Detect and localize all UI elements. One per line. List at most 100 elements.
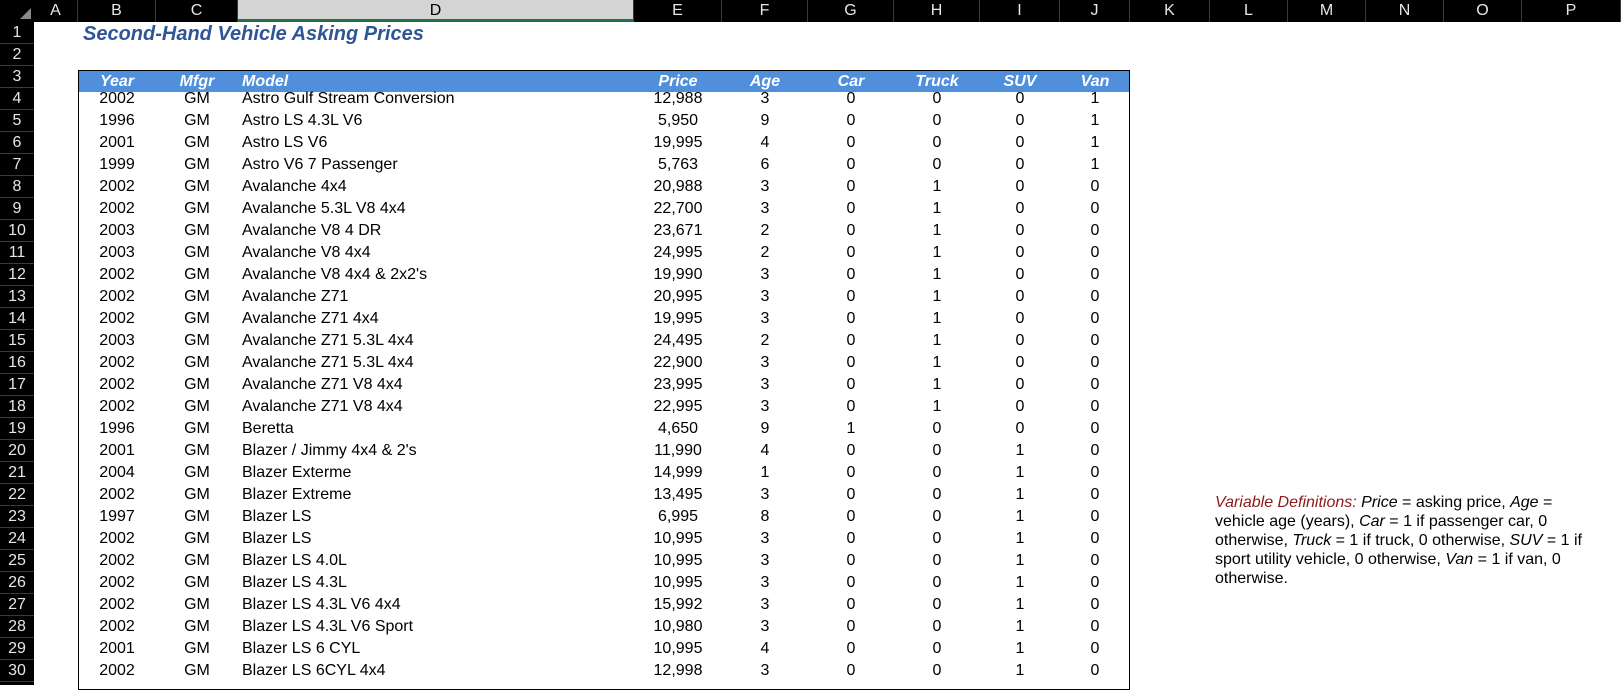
cell-model[interactable]: Blazer LS bbox=[242, 506, 622, 528]
column-header-m[interactable]: M bbox=[1288, 0, 1366, 22]
column-header-c[interactable]: C bbox=[156, 0, 238, 22]
cell-price[interactable]: 19,995 bbox=[634, 132, 722, 154]
cell-truck[interactable]: 0 bbox=[894, 418, 980, 440]
cell-car[interactable]: 0 bbox=[808, 132, 894, 154]
cell-year[interactable]: 2001 bbox=[78, 440, 156, 462]
cell-price[interactable]: 20,995 bbox=[634, 286, 722, 308]
cell-van[interactable]: 0 bbox=[1060, 528, 1130, 550]
table-row[interactable]: 2002 GM Blazer LS 4.3L 10,995 3 0 0 1 0 bbox=[79, 572, 1129, 594]
cell-mfgr[interactable]: GM bbox=[156, 572, 238, 594]
cell-truck[interactable]: 0 bbox=[894, 550, 980, 572]
row-header-30[interactable]: 30 bbox=[0, 660, 34, 682]
cell-year[interactable]: 2002 bbox=[78, 352, 156, 374]
cell-price[interactable]: 10,995 bbox=[634, 638, 722, 660]
column-header-j[interactable]: J bbox=[1060, 0, 1130, 22]
cell-age[interactable]: 2 bbox=[722, 242, 808, 264]
cell-price[interactable]: 19,990 bbox=[634, 264, 722, 286]
cell-van[interactable]: 1 bbox=[1060, 88, 1130, 110]
cell-suv[interactable]: 0 bbox=[980, 88, 1060, 110]
cell-age[interactable]: 3 bbox=[722, 572, 808, 594]
cell-truck[interactable]: 1 bbox=[894, 286, 980, 308]
cell-van[interactable]: 0 bbox=[1060, 352, 1130, 374]
column-header-k[interactable]: K bbox=[1130, 0, 1210, 22]
column-header-i[interactable]: I bbox=[980, 0, 1060, 22]
cell-age[interactable]: 3 bbox=[722, 484, 808, 506]
cell-suv[interactable]: 1 bbox=[980, 594, 1060, 616]
row-header-1[interactable]: 1 bbox=[0, 22, 34, 44]
cell-age[interactable]: 3 bbox=[722, 616, 808, 638]
cell-price[interactable]: 10,980 bbox=[634, 616, 722, 638]
cell-van[interactable]: 0 bbox=[1060, 506, 1130, 528]
cell-price[interactable]: 22,900 bbox=[634, 352, 722, 374]
cell-suv[interactable]: 0 bbox=[980, 264, 1060, 286]
cell-year[interactable]: 2003 bbox=[78, 330, 156, 352]
row-header-5[interactable]: 5 bbox=[0, 110, 34, 132]
cell-van[interactable]: 0 bbox=[1060, 572, 1130, 594]
cell-price[interactable]: 24,495 bbox=[634, 330, 722, 352]
cell-mfgr[interactable]: GM bbox=[156, 594, 238, 616]
cell-mfgr[interactable]: GM bbox=[156, 286, 238, 308]
cell-model[interactable]: Blazer LS 4.3L V6 Sport bbox=[242, 616, 622, 638]
cell-age[interactable]: 3 bbox=[722, 594, 808, 616]
row-header-4[interactable]: 4 bbox=[0, 88, 34, 110]
cell-van[interactable]: 0 bbox=[1060, 484, 1130, 506]
cell-price[interactable]: 5,763 bbox=[634, 154, 722, 176]
cell-mfgr[interactable]: GM bbox=[156, 264, 238, 286]
cell-car[interactable]: 0 bbox=[808, 374, 894, 396]
cell-mfgr[interactable]: GM bbox=[156, 440, 238, 462]
column-header-a[interactable]: A bbox=[34, 0, 78, 22]
cell-car[interactable]: 0 bbox=[808, 110, 894, 132]
cell-van[interactable]: 0 bbox=[1060, 418, 1130, 440]
cell-age[interactable]: 9 bbox=[722, 418, 808, 440]
cell-truck[interactable]: 0 bbox=[894, 572, 980, 594]
cell-truck[interactable]: 0 bbox=[894, 440, 980, 462]
cell-van[interactable]: 0 bbox=[1060, 220, 1130, 242]
cell-age[interactable]: 9 bbox=[722, 110, 808, 132]
cell-model[interactable]: Blazer LS 6CYL 4x4 bbox=[242, 660, 622, 682]
cell-age[interactable]: 2 bbox=[722, 330, 808, 352]
cell-truck[interactable]: 1 bbox=[894, 264, 980, 286]
row-header-13[interactable]: 13 bbox=[0, 286, 34, 308]
cell-model[interactable]: Avalanche Z71 5.3L 4x4 bbox=[242, 352, 622, 374]
cell-age[interactable]: 6 bbox=[722, 154, 808, 176]
cell-car[interactable]: 0 bbox=[808, 154, 894, 176]
cell-van[interactable]: 1 bbox=[1060, 110, 1130, 132]
cell-suv[interactable]: 1 bbox=[980, 528, 1060, 550]
table-row[interactable]: 2002 GM Avalanche Z71 V8 4x4 23,995 3 0 1 0 0 bbox=[79, 374, 1129, 396]
cell-van[interactable]: 0 bbox=[1060, 242, 1130, 264]
cell-age[interactable]: 1 bbox=[722, 462, 808, 484]
table-row[interactable]: 2001 GM Blazer / Jimmy 4x4 & 2's 11,990 4 0 0 1… bbox=[79, 440, 1129, 462]
cell-price[interactable]: 6,995 bbox=[634, 506, 722, 528]
cell-car[interactable]: 0 bbox=[808, 550, 894, 572]
cell-suv[interactable]: 0 bbox=[980, 132, 1060, 154]
cell-model[interactable]: Avalanche Z71 V8 4x4 bbox=[242, 374, 622, 396]
cell-model[interactable]: Blazer Extreme bbox=[242, 484, 622, 506]
table-row[interactable]: 2002 GM Blazer LS 4.0L 10,995 3 0 0 1 0 bbox=[79, 550, 1129, 572]
cell-suv[interactable]: 1 bbox=[980, 440, 1060, 462]
cell-age[interactable]: 4 bbox=[722, 638, 808, 660]
cell-suv[interactable]: 0 bbox=[980, 176, 1060, 198]
cell-suv[interactable]: 0 bbox=[980, 242, 1060, 264]
cell-car[interactable]: 0 bbox=[808, 528, 894, 550]
cell-age[interactable]: 4 bbox=[722, 132, 808, 154]
cell-price[interactable]: 23,995 bbox=[634, 374, 722, 396]
cell-truck[interactable]: 0 bbox=[894, 110, 980, 132]
cell-car[interactable]: 0 bbox=[808, 176, 894, 198]
table-row[interactable]: 2002 GM Avalanche 5.3L V8 4x4 22,700 3 0 1 0 0 bbox=[79, 198, 1129, 220]
table-row[interactable]: 1999 GM Astro V6 7 Passenger 5,763 6 0 0 0 1 bbox=[79, 154, 1129, 176]
cell-price[interactable]: 24,995 bbox=[634, 242, 722, 264]
row-header-21[interactable]: 21 bbox=[0, 462, 34, 484]
row-header-20[interactable]: 20 bbox=[0, 440, 34, 462]
cell-mfgr[interactable]: GM bbox=[156, 176, 238, 198]
cell-price[interactable]: 10,995 bbox=[634, 528, 722, 550]
cell-price[interactable]: 22,700 bbox=[634, 198, 722, 220]
cell-suv[interactable]: 1 bbox=[980, 660, 1060, 682]
cell-year[interactable]: 2002 bbox=[78, 286, 156, 308]
cell-mfgr[interactable]: GM bbox=[156, 110, 238, 132]
cell-price[interactable]: 11,990 bbox=[634, 440, 722, 462]
cell-suv[interactable]: 0 bbox=[980, 110, 1060, 132]
cell-model[interactable]: Blazer LS 4.0L bbox=[242, 550, 622, 572]
cell-mfgr[interactable]: GM bbox=[156, 418, 238, 440]
table-row[interactable]: 2002 GM Blazer LS 4.3L V6 Sport 10,980 3 0 0 1 0 bbox=[79, 616, 1129, 638]
table-row[interactable]: 2001 GM Blazer LS 6 CYL 10,995 4 0 0 1 0 bbox=[79, 638, 1129, 660]
